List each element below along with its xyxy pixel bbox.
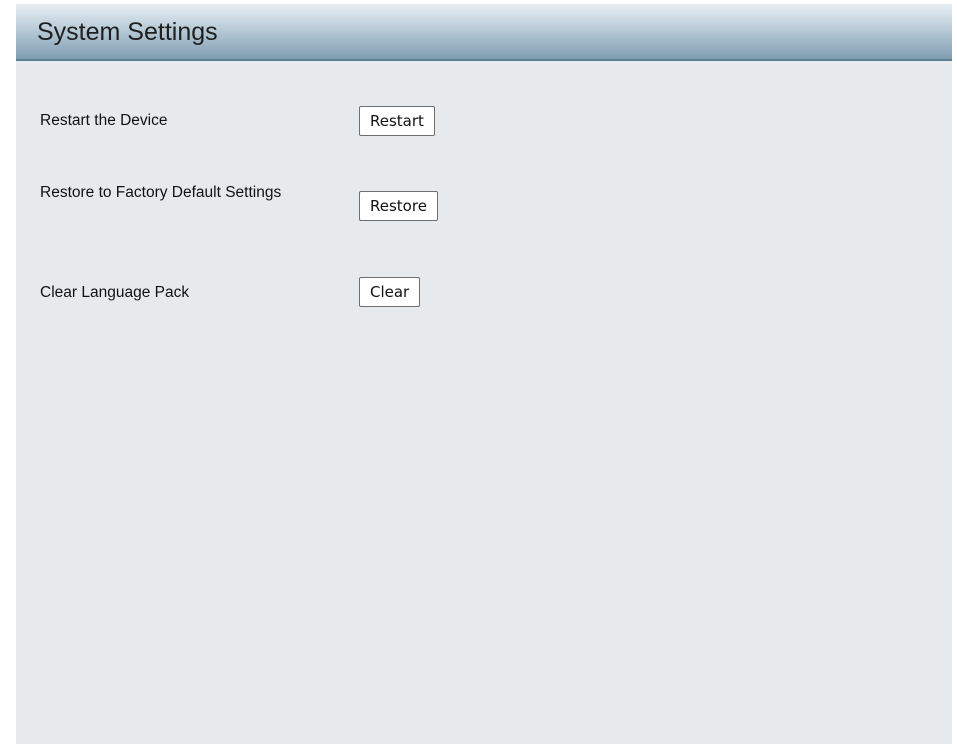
system-settings-panel: System Settings Restart the Device Resta… [16,4,952,744]
restart-label: Restart the Device [40,112,168,129]
restore-button[interactable]: Restore [359,191,438,221]
clear-language-label: Clear Language Pack [40,284,190,301]
panel-header: System Settings [16,4,952,61]
restart-button[interactable]: Restart [359,106,435,136]
restore-label: Restore to Factory Default Settings [40,184,282,201]
page-title: System Settings [37,18,218,46]
clear-button[interactable]: Clear [359,277,421,307]
